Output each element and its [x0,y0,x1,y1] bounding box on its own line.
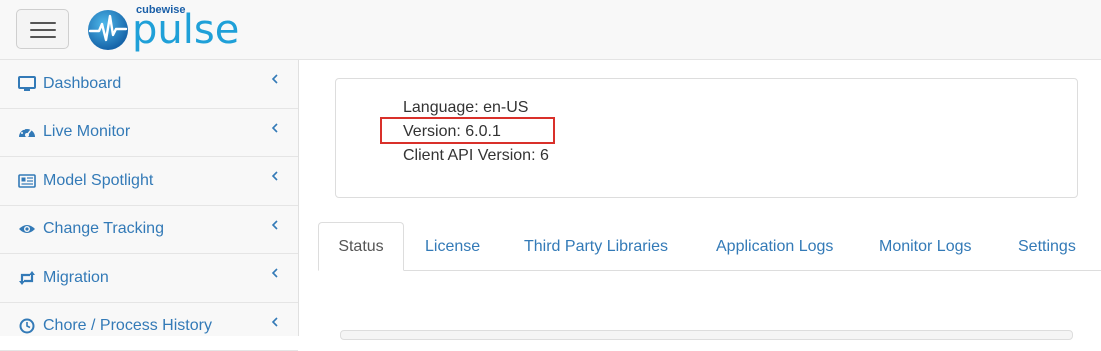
eye-icon [18,221,36,237]
tab-settings[interactable]: Settings [1018,222,1076,271]
menu-toggle-button[interactable] [16,9,69,49]
sidebar-item-change-tracking[interactable]: Change Tracking [0,206,298,255]
tab-third-party-libraries[interactable]: Third Party Libraries [524,222,668,271]
sidebar-item-dashboard[interactable]: Dashboard [0,60,298,109]
pulse-logo-icon [86,8,130,52]
hamburger-bar [30,36,56,38]
newspaper-icon [18,173,36,189]
chevron-left-icon [270,73,280,85]
sidebar-item-label: Migration [43,269,109,287]
sidebar-item-label: Change Tracking [43,220,164,238]
sidebar-item-label: Model Spotlight [43,172,153,190]
hamburger-bar [30,22,56,24]
sidebar-item-live-monitor[interactable]: Live Monitor [0,109,298,158]
sidebar-item-label: Dashboard [43,75,121,93]
chevron-left-icon [270,267,280,279]
sidebar-item-label: Live Monitor [43,123,130,141]
sidebar-item-chore-process-history[interactable]: Chore / Process History [0,303,298,351]
tab-status[interactable]: Status [318,222,404,271]
clock-icon [18,318,36,334]
chevron-left-icon [270,170,280,182]
sidebar-item-migration[interactable]: Migration [0,254,298,303]
retweet-icon [18,270,36,286]
pulse-logo[interactable]: cubewise pulse [86,4,246,56]
chevron-left-icon [270,219,280,231]
settings-tabs: Status License Third Party Libraries App… [318,222,1101,271]
tab-monitor-logs[interactable]: Monitor Logs [879,222,972,271]
chevron-left-icon [270,122,280,134]
language-text: Language: en-US [403,99,528,117]
version-highlight-box [380,117,555,144]
sidebar-item-model-spotlight[interactable]: Model Spotlight [0,157,298,206]
status-panel [340,330,1073,340]
tab-license[interactable]: License [425,222,480,271]
dashboard-gauge-icon [18,124,36,140]
tab-application-logs[interactable]: Application Logs [716,222,833,271]
logo-product-text: pulse [132,8,239,52]
sidebar-nav: Dashboard Live Monitor Model Spotlight C… [0,60,299,336]
chevron-left-icon [270,316,280,328]
hamburger-bar [30,29,56,31]
monitor-icon [18,76,36,92]
client-api-version-text: Client API Version: 6 [403,147,549,165]
sidebar-item-label: Chore / Process History [43,317,212,335]
top-navbar: cubewise pulse [0,0,1101,60]
